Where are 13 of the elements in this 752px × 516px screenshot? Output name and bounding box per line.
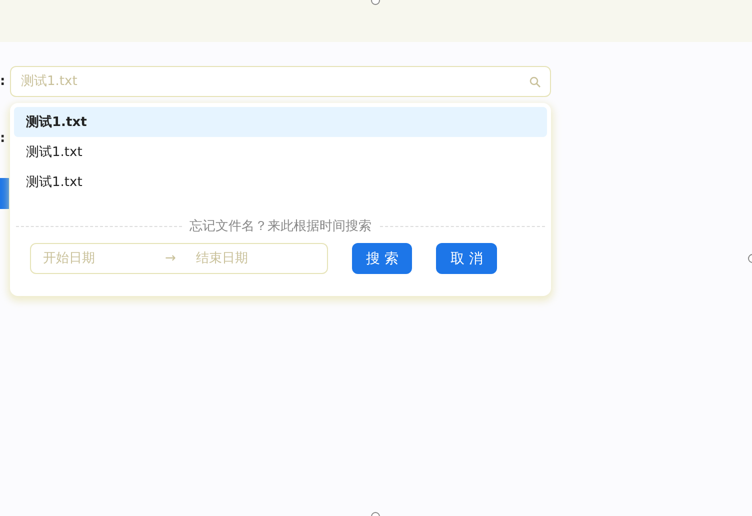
start-date-field[interactable]: 开始日期 <box>41 250 155 267</box>
cancel-button[interactable]: 取 消 <box>436 243 497 274</box>
dropdown-option[interactable]: 测试1.txt <box>14 137 547 167</box>
field-label: : <box>0 130 6 148</box>
search-button[interactable]: 搜 索 <box>352 243 412 274</box>
search-icon <box>529 76 541 88</box>
dropdown-option[interactable]: 测试1.txt <box>14 167 547 197</box>
separator-text: → <box>165 251 176 266</box>
search-field[interactable]: 测试1.txt <box>10 66 551 97</box>
dropdown-option[interactable]: 测试1.txt <box>14 107 547 137</box>
end-date-field[interactable]: 结束日期 <box>194 250 308 267</box>
hint-text: 忘记文件名？来此根据时间搜索 <box>190 218 372 235</box>
field-label: : <box>0 73 6 91</box>
